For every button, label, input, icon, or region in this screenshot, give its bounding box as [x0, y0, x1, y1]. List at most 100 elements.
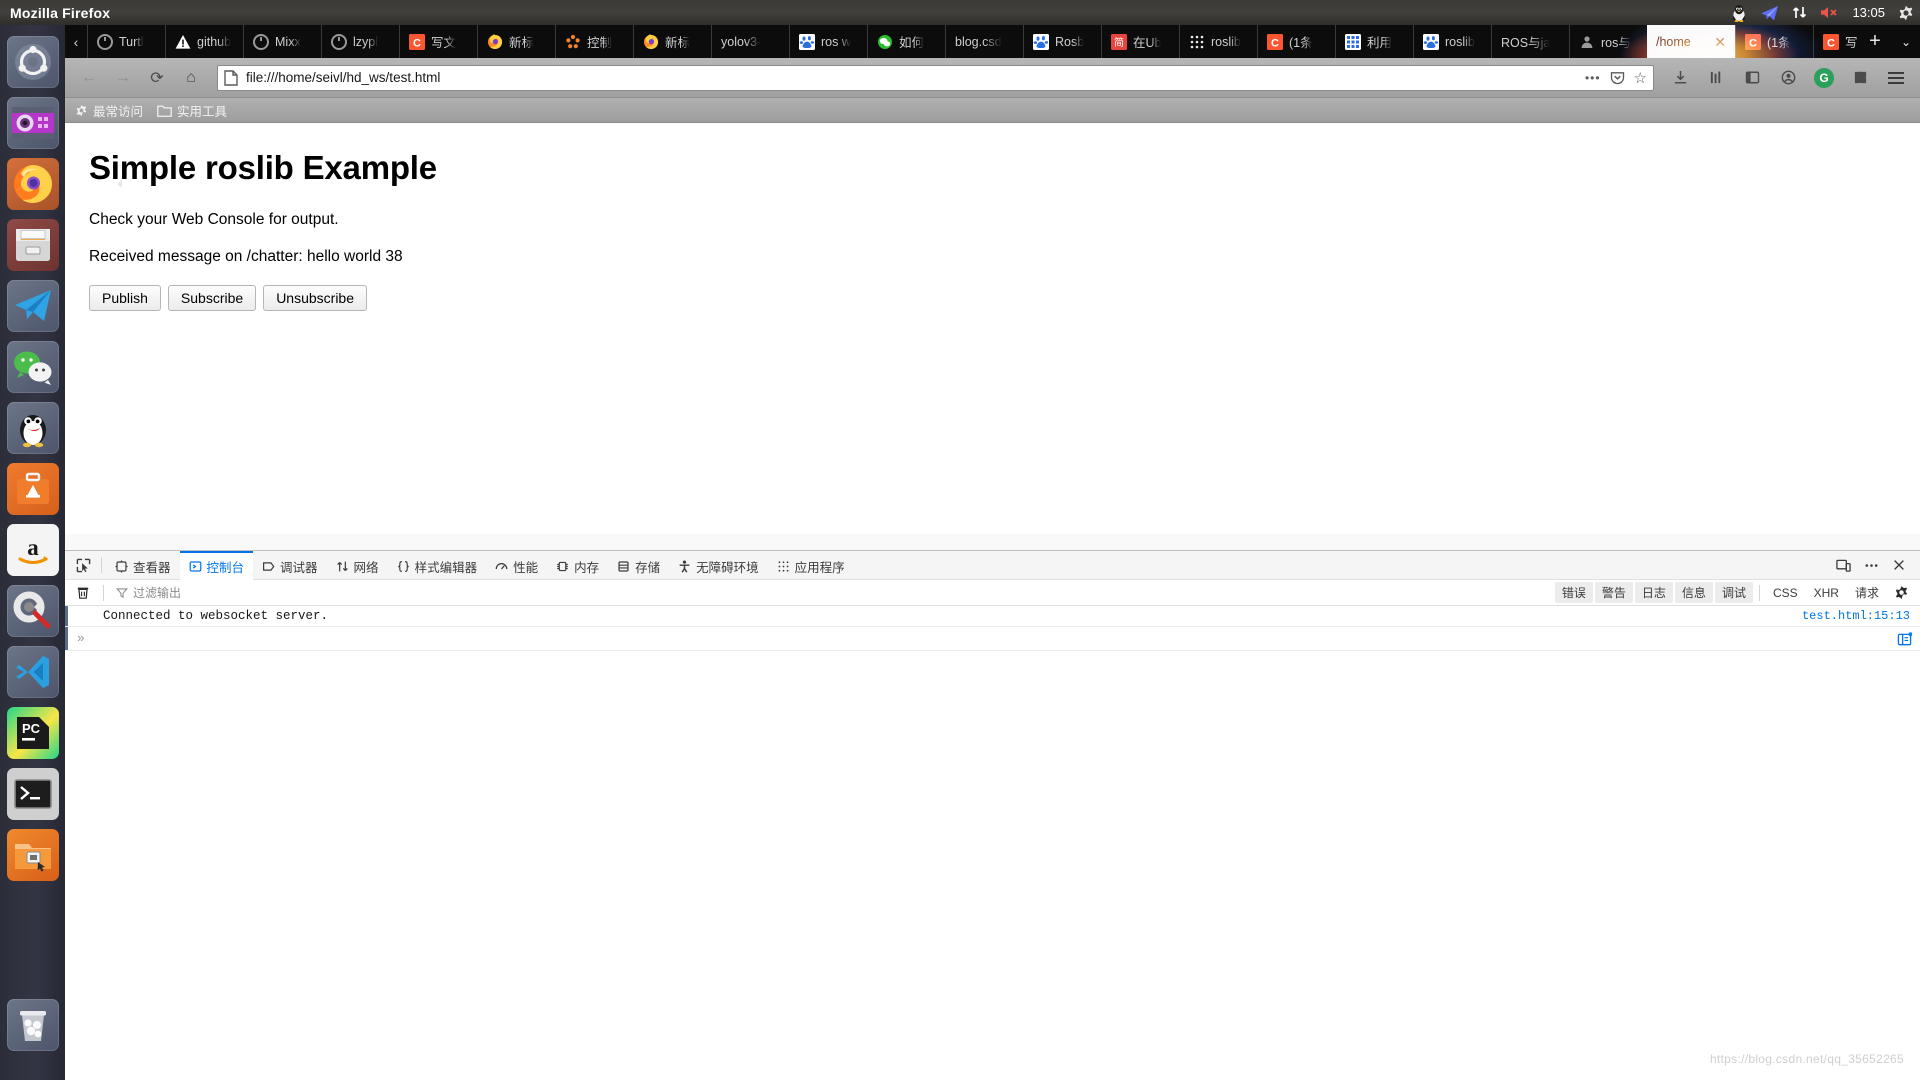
sidebar-item-system-settings[interactable]	[6, 585, 59, 637]
browser-tab-active[interactable]: /home ✕	[1647, 25, 1735, 58]
reload-button[interactable]: ⟳	[141, 63, 173, 93]
browser-tab[interactable]: C 写文	[399, 25, 477, 58]
sidebar-item-vscode[interactable]	[6, 646, 59, 698]
download-icon[interactable]	[1664, 63, 1696, 93]
profile-badge[interactable]: G	[1808, 63, 1840, 93]
url-text[interactable]: file:///home/seivl/hd_ws/test.html	[246, 70, 1577, 85]
bookmark-most-visited[interactable]: 最常访问	[75, 101, 143, 120]
sidebar-item-file-manager[interactable]	[6, 219, 59, 271]
tab-application[interactable]: 应用程序	[768, 551, 854, 580]
tab-scroll-left-button[interactable]: ‹	[65, 25, 87, 58]
close-icon[interactable]	[1886, 552, 1912, 578]
new-tab-button[interactable]: +	[1858, 25, 1892, 58]
browser-tab[interactable]: ROS与ja	[1491, 25, 1569, 58]
bookmark-star-icon[interactable]: ☆	[1634, 69, 1647, 87]
bookmark-tools-folder[interactable]: 实用工具	[157, 101, 227, 120]
browser-tab[interactable]: blog.csd	[945, 25, 1023, 58]
sidebar-item-firefox[interactable]	[6, 158, 59, 210]
meatball-menu-icon[interactable]	[1858, 552, 1884, 578]
gear-icon[interactable]	[1888, 580, 1914, 606]
tab-title: 利用	[1367, 36, 1393, 50]
browser-tab[interactable]: github	[165, 25, 243, 58]
hamburger-menu-icon[interactable]	[1880, 63, 1912, 93]
telegram-icon[interactable]	[1760, 5, 1779, 21]
subscribe-button[interactable]: Subscribe	[167, 285, 257, 311]
volume-muted-icon[interactable]	[1820, 5, 1839, 20]
tab-storage[interactable]: 存储	[608, 551, 669, 580]
tab-accessibility[interactable]: 无障碍环境	[669, 551, 768, 580]
close-icon[interactable]: ✕	[1714, 35, 1726, 49]
filter-debug-button[interactable]: 调试	[1714, 582, 1753, 603]
sidebar-item-pycharm[interactable]: PC	[6, 707, 59, 759]
browser-tab[interactable]: C (1条	[1735, 25, 1813, 58]
home-button[interactable]: ⌂	[175, 63, 207, 93]
page-actions-icon[interactable]: •••	[1585, 71, 1601, 85]
browser-tab[interactable]: 如何	[867, 25, 945, 58]
puzzle-icon[interactable]	[1844, 63, 1876, 93]
browser-tab[interactable]: Rosb	[1023, 25, 1101, 58]
sidebar-item-telegram[interactable]	[6, 280, 59, 332]
filter-input[interactable]: 过滤输出	[110, 583, 1553, 603]
browser-tab[interactable]: lzypl	[321, 25, 399, 58]
filter-warnings-button[interactable]: 警告	[1594, 582, 1633, 603]
browser-tab[interactable]: ros w	[789, 25, 867, 58]
browser-tab[interactable]: ros与	[1569, 25, 1647, 58]
filter-xhr-button[interactable]: XHR	[1807, 584, 1846, 602]
library-icon[interactable]	[1700, 63, 1732, 93]
clock[interactable]: 13:05	[1852, 5, 1885, 20]
browser-tab[interactable]: C 写文	[1813, 25, 1858, 58]
sidebar-item-terminal[interactable]	[6, 768, 59, 820]
account-icon[interactable]	[1772, 63, 1804, 93]
forward-button[interactable]: →	[107, 63, 139, 93]
browser-tab[interactable]: roslib	[1179, 25, 1257, 58]
tab-console[interactable]: 控制台	[179, 550, 254, 580]
tab-inspector[interactable]: 查看器	[106, 551, 180, 580]
trash-icon[interactable]	[69, 585, 97, 600]
console-prompt-row[interactable]: »	[65, 627, 1920, 651]
browser-tab[interactable]: 新标	[477, 25, 555, 58]
element-picker-icon[interactable]	[69, 558, 97, 573]
filter-css-button[interactable]: CSS	[1766, 584, 1805, 602]
tab-debugger[interactable]: 调试器	[253, 551, 327, 580]
browser-tab[interactable]: 控制	[555, 25, 633, 58]
browser-tab[interactable]: C (1条	[1257, 25, 1335, 58]
browser-tab[interactable]: 简 在Ub	[1101, 25, 1179, 58]
split-console-icon[interactable]	[1894, 629, 1914, 649]
tab-performance[interactable]: 性能	[486, 551, 547, 580]
console-message-row[interactable]: Connected to websocket server. test.html…	[65, 606, 1920, 627]
sidebar-item-amazon[interactable]: a	[6, 524, 59, 576]
sidebar-item-ubuntu-dash[interactable]	[6, 36, 59, 88]
url-bar[interactable]: file:///home/seivl/hd_ws/test.html ••• ☆	[217, 64, 1654, 91]
responsive-design-icon[interactable]	[1830, 552, 1856, 578]
filter-requests-button[interactable]: 请求	[1848, 582, 1886, 603]
back-button[interactable]: ←	[73, 63, 105, 93]
tab-network[interactable]: 网络	[327, 551, 388, 580]
console-output[interactable]: Connected to websocket server. test.html…	[65, 606, 1920, 1080]
tab-style-editor[interactable]: 样式编辑器	[388, 551, 487, 580]
browser-tab[interactable]: roslib	[1413, 25, 1491, 58]
network-updown-icon[interactable]	[1792, 5, 1807, 20]
browser-tab[interactable]: 利用	[1335, 25, 1413, 58]
sidebar-item-ubuntu-software[interactable]	[6, 463, 59, 515]
list-all-tabs-button[interactable]: ⌄	[1892, 25, 1920, 58]
sidebar-item-qq[interactable]	[6, 402, 59, 454]
tab-memory[interactable]: 内存	[547, 551, 608, 580]
browser-tab[interactable]: yolov3-	[711, 25, 789, 58]
browser-tab[interactable]: 新标	[633, 25, 711, 58]
power-gear-icon[interactable]	[1898, 5, 1914, 21]
sidebar-item-remmina[interactable]	[6, 829, 59, 881]
sidebar-icon[interactable]	[1736, 63, 1768, 93]
filter-info-button[interactable]: 信息	[1674, 582, 1713, 603]
pocket-icon[interactable]	[1610, 70, 1625, 85]
filter-errors-button[interactable]: 错误	[1554, 582, 1593, 603]
console-source-link[interactable]: test.html:15:13	[1802, 609, 1910, 623]
sidebar-item-trash[interactable]	[6, 999, 59, 1051]
publish-button[interactable]: Publish	[89, 285, 161, 311]
sidebar-item-wechat[interactable]	[6, 341, 59, 393]
browser-tab[interactable]: Turtl	[87, 25, 165, 58]
sidebar-item-media-player[interactable]	[6, 97, 59, 149]
filter-logs-button[interactable]: 日志	[1634, 582, 1673, 603]
browser-tab[interactable]: Mixx	[243, 25, 321, 58]
linux-penguin-icon[interactable]	[1731, 4, 1747, 22]
unsubscribe-button[interactable]: Unsubscribe	[263, 285, 368, 311]
